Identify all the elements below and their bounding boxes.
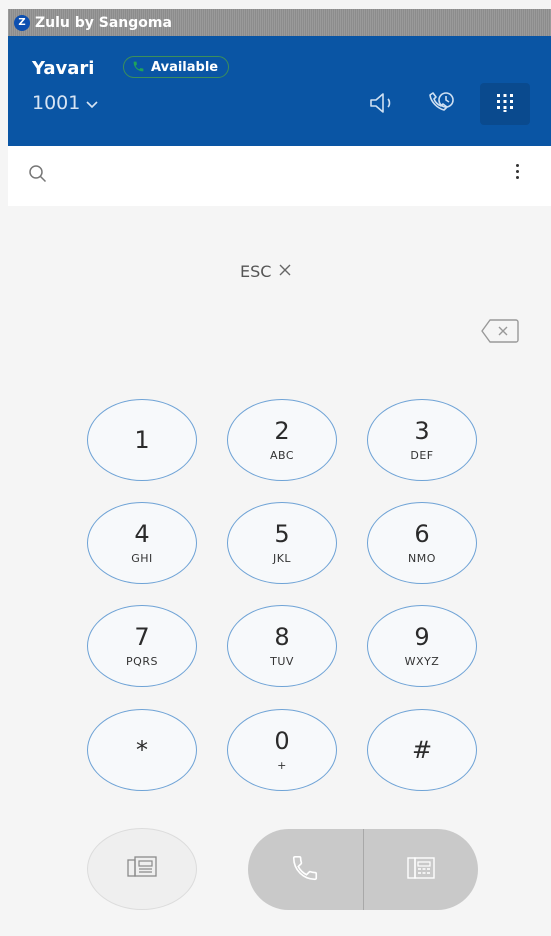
dialpad-key-8[interactable]: 8 TUV	[227, 605, 337, 687]
esc-label: ESC	[240, 262, 272, 281]
close-icon	[278, 262, 292, 281]
phone-icon	[132, 58, 145, 77]
dialpad-key-1[interactable]: 1	[87, 399, 197, 481]
key-digit: 2	[274, 416, 290, 445]
speaker-button[interactable]	[364, 86, 402, 124]
extension-number: 1001	[32, 92, 81, 114]
dialpad-icon	[495, 92, 515, 116]
key-digit: #	[411, 736, 433, 764]
key-digit: 3	[414, 416, 430, 445]
chevron-down-icon	[86, 92, 98, 114]
desk-phone-button[interactable]	[364, 829, 479, 910]
window-titlebar: Z Zulu by Sangoma	[8, 9, 551, 36]
key-digit: 6	[414, 519, 430, 548]
extension-selector[interactable]: 1001	[32, 92, 98, 114]
dialpad-key-star[interactable]: *	[87, 709, 197, 791]
window-title: Zulu by Sangoma	[35, 14, 172, 31]
call-history-icon	[426, 90, 456, 120]
search-bar	[8, 146, 551, 206]
dialpad-key-4[interactable]: 4 GHI	[87, 502, 197, 584]
key-digit: 1	[134, 426, 150, 454]
dialpad-key-9[interactable]: 9 WXYZ	[367, 605, 477, 687]
key-digit: 8	[274, 622, 290, 651]
search-input[interactable]	[60, 166, 490, 186]
user-name: Yavari	[32, 58, 95, 79]
key-letters: TUV	[270, 654, 294, 668]
key-digit: 7	[134, 622, 150, 651]
call-history-button[interactable]	[422, 86, 460, 124]
key-letters: ABC	[269, 448, 295, 462]
esc-button[interactable]: ESC	[240, 262, 292, 281]
dialpad-key-3[interactable]: 3 DEF	[367, 399, 477, 481]
transfer-button[interactable]	[87, 828, 197, 910]
key-digit: 0	[274, 726, 290, 755]
key-letters: DEF	[410, 448, 434, 462]
backspace-button[interactable]	[480, 318, 520, 348]
dialpad-toggle-button[interactable]	[480, 83, 530, 125]
backspace-icon	[480, 319, 520, 348]
key-letters: NMO	[408, 551, 436, 565]
key-digit: *	[136, 736, 148, 764]
header: Yavari Available 1001	[8, 36, 551, 146]
search-icon	[28, 164, 48, 188]
dialpad-key-0[interactable]: 0 +	[227, 709, 337, 791]
call-button[interactable]	[248, 829, 363, 910]
key-letters: WXYZ	[404, 654, 440, 668]
speaker-icon	[368, 92, 398, 118]
transfer-icon	[125, 854, 159, 884]
key-digit: 4	[134, 519, 150, 548]
call-button-group	[248, 829, 478, 910]
status-badge[interactable]: Available	[123, 56, 230, 78]
zulu-logo-icon: Z	[14, 14, 30, 31]
key-letters: GHI	[131, 551, 153, 565]
more-options-icon[interactable]	[516, 164, 519, 179]
desk-phone-icon	[404, 854, 438, 886]
dialpad-key-2[interactable]: 2 ABC	[227, 399, 337, 481]
key-letters: +	[277, 758, 287, 772]
dialpad-key-hash[interactable]: #	[367, 709, 477, 791]
key-letters: PQRS	[126, 654, 158, 668]
dialpad-key-5[interactable]: 5 JKL	[227, 502, 337, 584]
dialpad-key-7[interactable]: 7 PQRS	[87, 605, 197, 687]
key-digit: 5	[274, 519, 290, 548]
status-label: Available	[151, 59, 219, 75]
key-digit: 9	[414, 622, 430, 651]
key-letters: JKL	[272, 551, 292, 565]
phone-call-icon	[290, 853, 320, 887]
dialpad-key-6[interactable]: 6 NMO	[367, 502, 477, 584]
